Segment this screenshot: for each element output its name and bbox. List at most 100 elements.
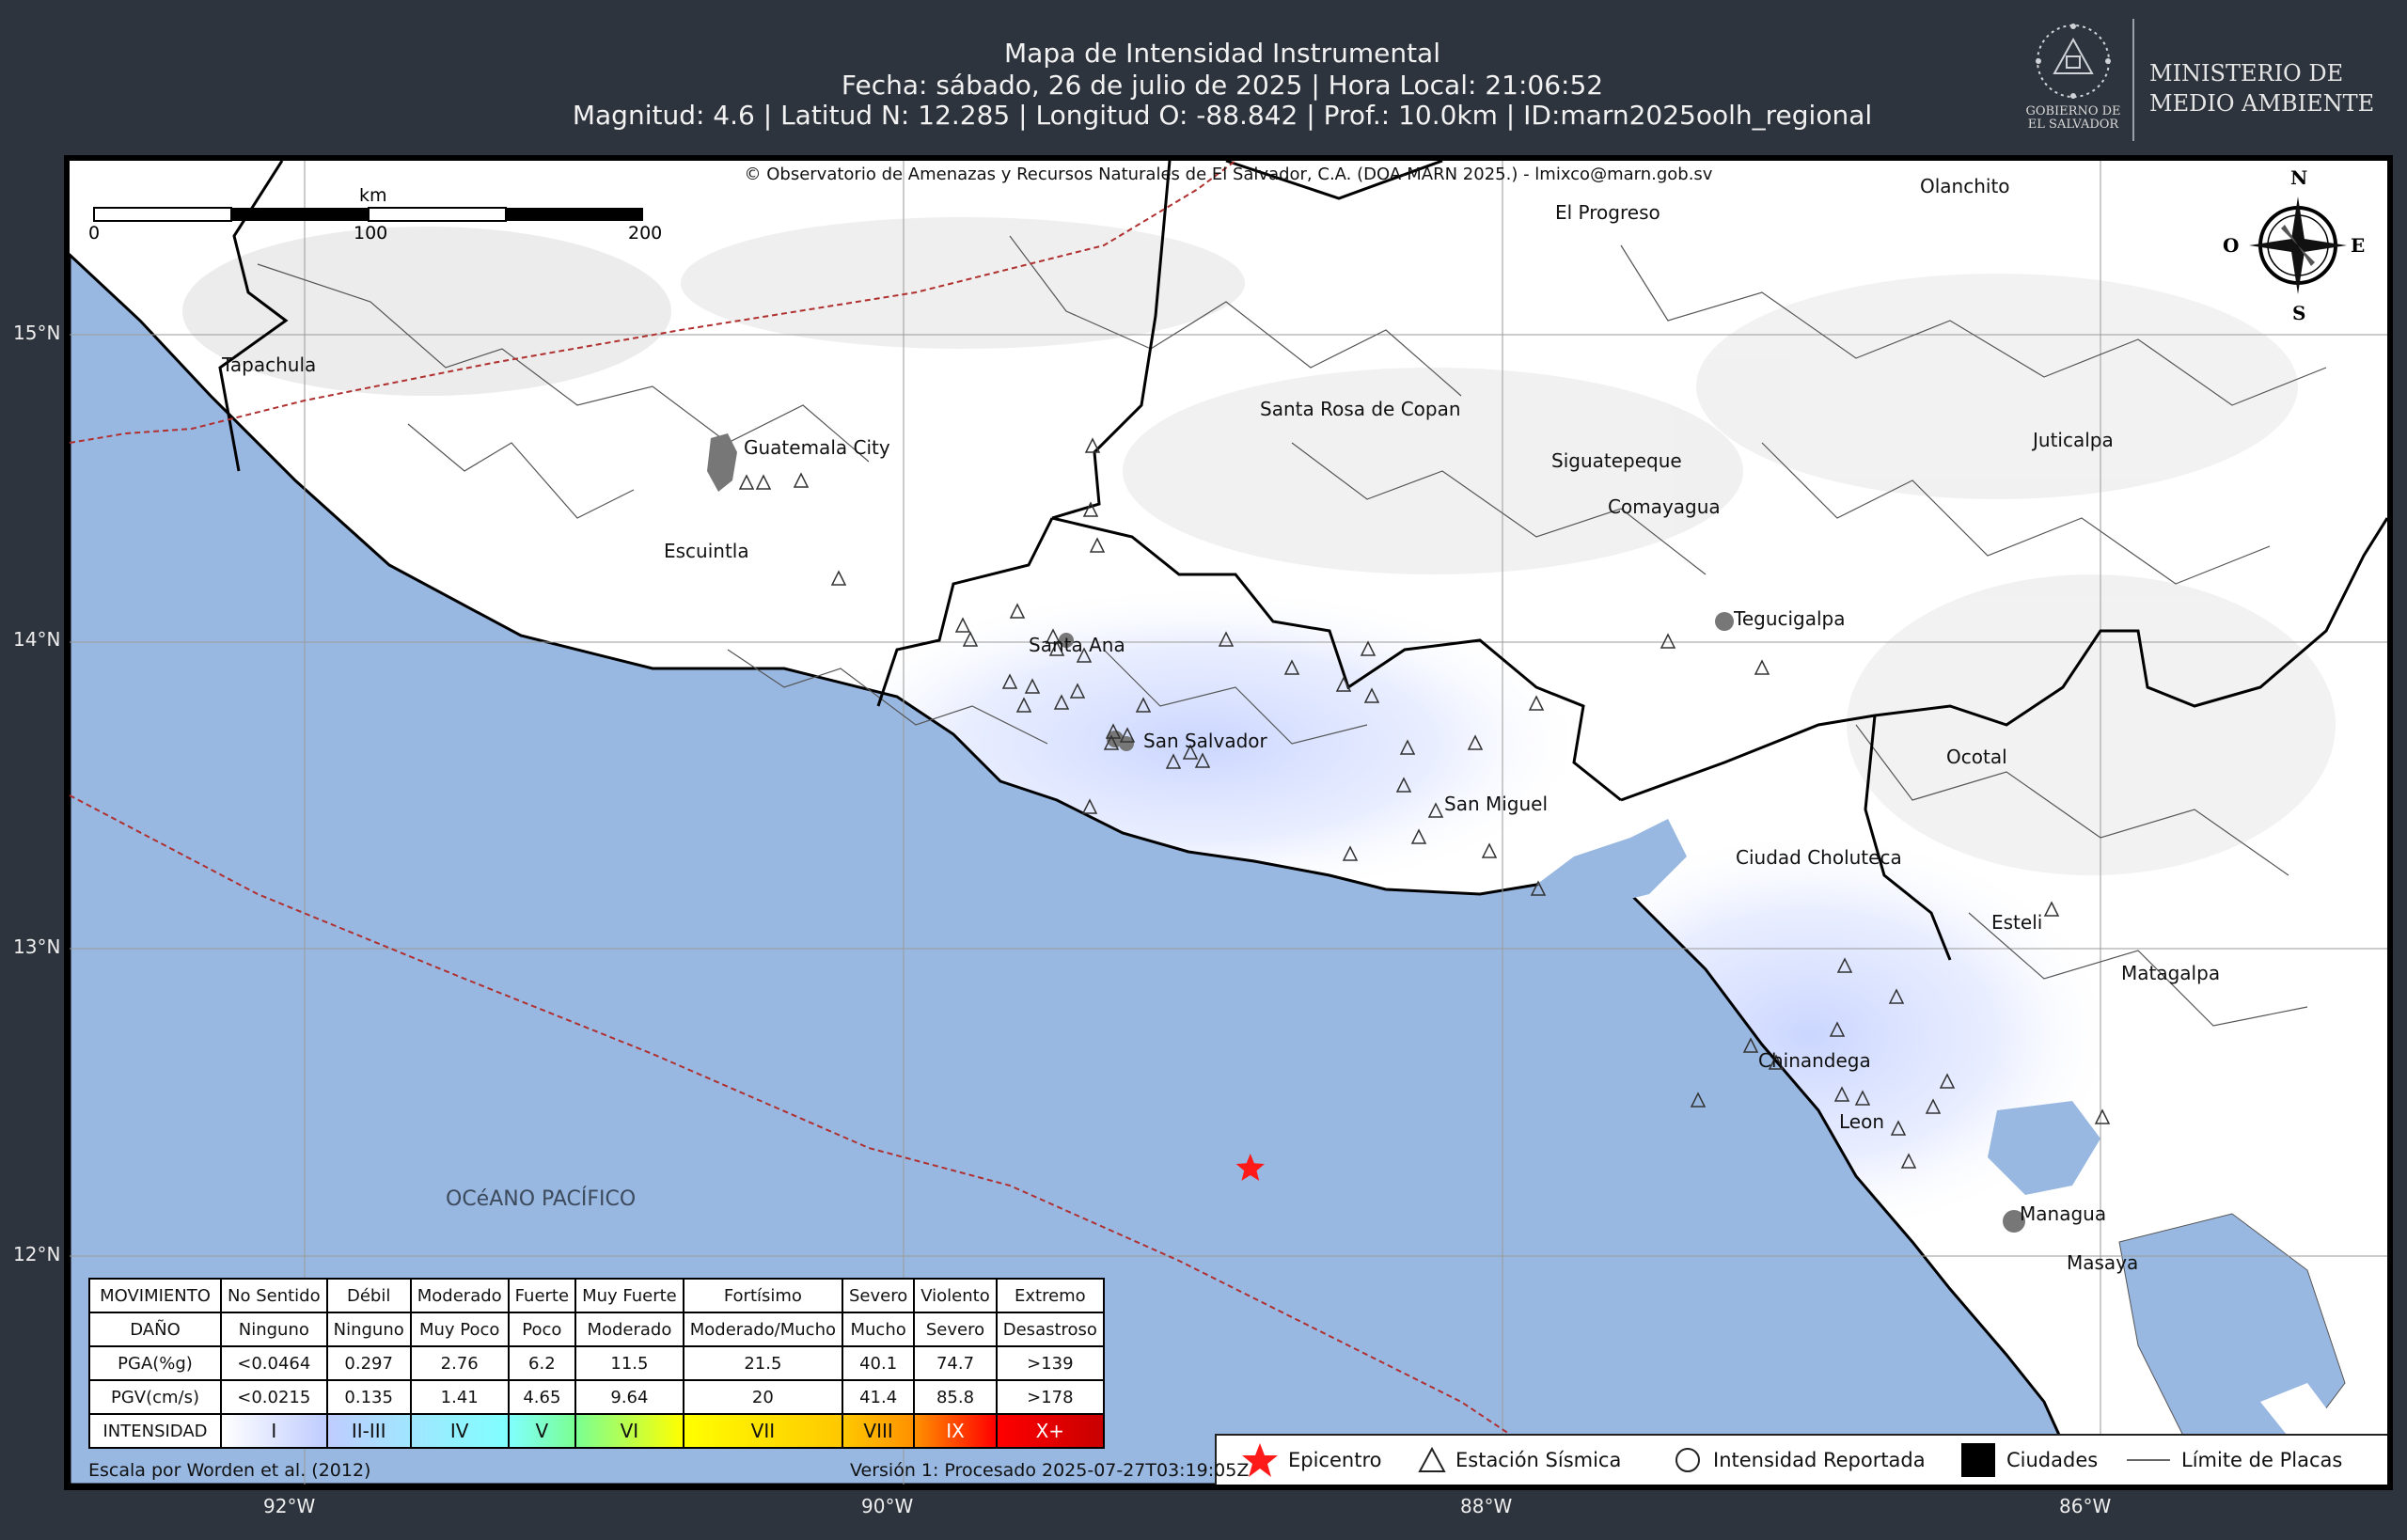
lon-tick: 88°W	[1460, 1495, 1513, 1517]
intensity-scale-table: MOVIMIENTO No Sentido Débil Moderado Fuerte M…	[88, 1278, 1105, 1449]
table-cell: Ninguno	[220, 1312, 328, 1347]
place-label: Ocotal	[1946, 746, 2007, 768]
table-cell: <0.0464	[220, 1345, 328, 1381]
table-cell: 74.7	[913, 1345, 998, 1381]
table-cell: Moderado/Mucho	[682, 1312, 844, 1347]
place-label: Ciudad Choluteca	[1736, 846, 1902, 869]
lat-tick: 12°N	[13, 1243, 61, 1265]
table-cell: 85.8	[913, 1379, 998, 1415]
intensity-map[interactable]: © Observatorio de Amenazas y Recursos Na…	[64, 155, 2393, 1490]
map-legend: Epicentro Estación Sísmica Intensidad Re…	[1215, 1434, 2387, 1485]
place-label: Siguatepeque	[1551, 449, 1682, 472]
ministry-logo: GOBIERNO DE EL SALVADOR MINISTERIO DE ME…	[2022, 19, 2398, 141]
table-cell: Severo	[841, 1278, 916, 1313]
table-cell: Débil	[325, 1278, 412, 1313]
place-label: Guatemala City	[744, 436, 890, 459]
scale-tick-100: 100	[354, 223, 388, 244]
table-row: PGV(cm/s) <0.0215 0.135 1.41 4.65 9.64 20 41.4 8…	[88, 1379, 1105, 1415]
legend-epicentro: Epicentro	[1241, 1436, 1381, 1485]
intensity-cell: X+	[995, 1413, 1105, 1449]
intensity-row: INTENSIDAD I II-III IV V VI VII VIII IX X+	[88, 1413, 1105, 1449]
table-cell: 20	[682, 1379, 844, 1415]
triangle-icon	[1418, 1446, 1446, 1472]
government-label: GOBIERNO DE EL SALVADOR	[2025, 104, 2121, 132]
place-label: Matagalpa	[2121, 962, 2221, 984]
table-cell: 21.5	[682, 1345, 844, 1381]
lat-tick: 15°N	[13, 322, 61, 344]
ministry-name: MINISTERIO DE MEDIO AMBIENTE	[2149, 60, 2375, 117]
row-label: PGV(cm/s)	[88, 1379, 222, 1415]
table-cell: >139	[995, 1345, 1105, 1381]
legend-ciudades: Ciudades	[1961, 1436, 2098, 1485]
scale-credit: Escala por Worden et al. (2012)	[88, 1460, 371, 1481]
legend-estacion: Estación Sísmica	[1418, 1436, 1621, 1485]
table-cell: 1.41	[409, 1379, 510, 1415]
place-label: Escuintla	[664, 540, 749, 562]
scale-tick-200: 200	[628, 223, 663, 244]
lat-tick: 13°N	[13, 935, 61, 958]
place-label: El Progreso	[1555, 201, 1660, 224]
place-label: Chinandega	[1758, 1049, 1871, 1072]
coat-of-arms-icon	[2036, 24, 2111, 99]
table-cell: No Sentido	[220, 1278, 328, 1313]
intensity-cell: IV	[409, 1413, 510, 1449]
scale-tick-0: 0	[88, 223, 101, 244]
scale-bar: km 0 100 200	[87, 174, 669, 244]
intensity-cell: VIII	[841, 1413, 916, 1449]
row-label: MOVIMIENTO	[88, 1278, 222, 1313]
line-icon	[2127, 1459, 2170, 1461]
table-row: MOVIMIENTO No Sentido Débil Moderado Fuerte M…	[88, 1278, 1105, 1313]
lat-tick: 14°N	[13, 628, 61, 651]
row-label: PGA(%g)	[88, 1345, 222, 1381]
intensity-cell: II-III	[325, 1413, 412, 1449]
table-cell: Moderado	[574, 1312, 684, 1347]
compass-rose: N S O E	[2223, 161, 2373, 330]
place-label: Olanchito	[1920, 175, 2010, 197]
version-info: Versión 1: Procesado 2025-07-27T03:19:05…	[850, 1460, 1250, 1481]
table-cell: Violento	[913, 1278, 998, 1313]
table-cell: 40.1	[841, 1345, 916, 1381]
table-cell: Desastroso	[995, 1312, 1105, 1347]
table-cell: 6.2	[507, 1345, 577, 1381]
intensity-cell: V	[507, 1413, 577, 1449]
lon-tick: 92°W	[263, 1495, 316, 1517]
place-label: Santa Rosa de Copan	[1260, 398, 1461, 420]
table-cell: Muy Fuerte	[574, 1278, 684, 1313]
lon-tick: 86°W	[2059, 1495, 2112, 1517]
table-cell: 9.64	[574, 1379, 684, 1415]
place-label: San Miguel	[1444, 793, 1549, 815]
table-cell: Extremo	[995, 1278, 1105, 1313]
place-label: Leon	[1839, 1110, 1885, 1133]
table-cell: Poco	[507, 1312, 577, 1347]
intensity-cell: IX	[913, 1413, 998, 1449]
place-label: Masaya	[2067, 1251, 2139, 1274]
legend-limite: Límite de Placas	[2127, 1436, 2342, 1485]
intensity-cell: VII	[682, 1413, 844, 1449]
table-cell: Fuerte	[507, 1278, 577, 1313]
place-label: Juticalpa	[2033, 429, 2114, 451]
scale-unit: km	[359, 185, 387, 206]
compass-east: E	[2351, 234, 2366, 257]
place-label: Comayagua	[1608, 495, 1721, 518]
row-label: DAÑO	[88, 1312, 222, 1347]
logo-divider	[2132, 19, 2134, 141]
header: Mapa de Intensidad Instrumental Fecha: s…	[0, 0, 2407, 155]
table-cell: Muy Poco	[409, 1312, 510, 1347]
table-row: PGA(%g) <0.0464 0.297 2.76 6.2 11.5 21.5 40.1 74…	[88, 1345, 1105, 1381]
place-label: San Salvador	[1143, 730, 1267, 752]
intensity-cell: VI	[574, 1413, 684, 1449]
place-label: Santa Ana	[1029, 634, 1125, 656]
table-cell: Mucho	[841, 1312, 916, 1347]
lon-tick: 90°W	[861, 1495, 914, 1517]
table-cell: Moderado	[409, 1278, 510, 1313]
table-cell: <0.0215	[220, 1379, 328, 1415]
table-cell: 4.65	[507, 1379, 577, 1415]
table-cell: 41.4	[841, 1379, 916, 1415]
table-cell: Severo	[913, 1312, 998, 1347]
table-row: DAÑO Ninguno Ninguno Muy Poco Poco Moderado Mo…	[88, 1312, 1105, 1347]
table-cell: Fortísimo	[682, 1278, 844, 1313]
compass-west: O	[2223, 234, 2240, 257]
legend-intensidad: Intensidad Reportada	[1674, 1436, 1926, 1485]
place-label: Tapachula	[222, 354, 317, 376]
compass-south: S	[2292, 302, 2306, 324]
